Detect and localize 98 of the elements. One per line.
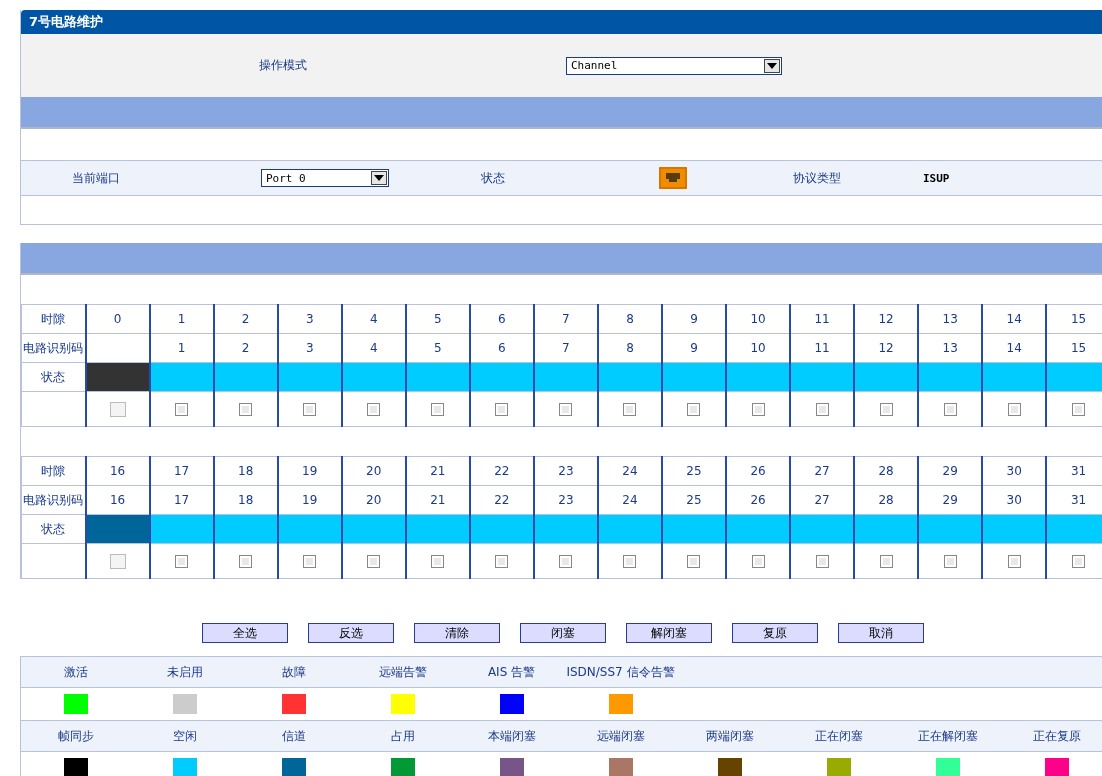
checkbox[interactable] xyxy=(303,555,317,568)
checkbox[interactable] xyxy=(815,555,829,568)
status-label: 状态 xyxy=(481,169,506,187)
legend-label: ISDN/SS7 信令告警 xyxy=(566,663,675,681)
port-label: 当前端口 xyxy=(71,169,121,187)
checkbox[interactable] xyxy=(239,403,253,416)
legend-label: 本端闭塞 xyxy=(487,727,536,745)
legend-label: 远端闭塞 xyxy=(596,727,645,745)
table-cell: 28 xyxy=(854,456,919,486)
table-cell: 6 xyxy=(469,304,534,334)
checkbox[interactable] xyxy=(367,403,381,416)
table-cell: 1 xyxy=(149,304,214,334)
legend-label: 帧同步 xyxy=(57,727,94,745)
legend-label: 正在解闭塞 xyxy=(917,727,978,745)
legend-label: AIS 告警 xyxy=(487,663,536,681)
legend-label: 信道 xyxy=(281,727,306,745)
row-label: 电路识别码 xyxy=(21,333,86,363)
table-cell: 18 xyxy=(213,456,278,486)
checkbox[interactable] xyxy=(559,403,573,416)
protocol-label: 协议类型 xyxy=(793,169,842,187)
legend-label: 正在闭塞 xyxy=(814,727,863,745)
action-button[interactable]: 全选 xyxy=(202,623,288,643)
mode-dropdown[interactable]: Channel xyxy=(566,56,782,75)
port-dropdown[interactable]: Port 0 xyxy=(261,169,389,187)
checkbox[interactable] xyxy=(879,403,893,416)
legend-label: 未启用 xyxy=(166,663,203,681)
row-label: 时隙 xyxy=(21,456,86,486)
checkbox[interactable] xyxy=(687,555,701,568)
table-cell: 12 xyxy=(854,304,919,334)
network-port-icon xyxy=(659,167,687,189)
table-cell: 26 xyxy=(726,456,791,486)
table-cell: 29 xyxy=(918,456,983,486)
legend-label: 故障 xyxy=(281,663,306,681)
checkbox[interactable] xyxy=(623,555,637,568)
table-cell: 14 xyxy=(982,304,1047,334)
checkbox[interactable] xyxy=(559,555,573,568)
checkbox[interactable] xyxy=(879,555,893,568)
table-cell: 11 xyxy=(790,304,855,334)
checkbox[interactable] xyxy=(943,403,957,416)
legend-label: 两端闭塞 xyxy=(705,727,754,745)
table-cell: 30 xyxy=(982,456,1047,486)
table-cell: 21 xyxy=(405,456,470,486)
table-cell: 9 xyxy=(661,304,726,334)
legend-label: 远端告警 xyxy=(378,663,427,681)
legend-label: 空闲 xyxy=(172,727,197,745)
checkbox[interactable] xyxy=(239,555,253,568)
checkbox[interactable] xyxy=(495,555,509,568)
table-cell: 7 xyxy=(533,304,598,334)
checkbox[interactable] xyxy=(431,555,445,568)
mode-label: 操作模式 xyxy=(259,57,308,74)
checkbox[interactable] xyxy=(175,403,189,416)
table-cell: 24 xyxy=(597,456,662,486)
table-cell: 4 xyxy=(341,304,406,334)
checkbox[interactable] xyxy=(751,555,765,568)
panel-title: 7号电路维护 xyxy=(29,13,104,31)
checkbox[interactable] xyxy=(1007,555,1021,568)
checkbox[interactable] xyxy=(1072,555,1086,568)
table-cell: 2 xyxy=(213,304,278,334)
table-cell: 16 xyxy=(85,456,150,486)
table-cell: 19 xyxy=(277,456,342,486)
legend-label: 激活 xyxy=(63,663,88,681)
checkbox[interactable] xyxy=(175,555,189,568)
table-cell: 20 xyxy=(341,456,406,486)
table-cell: 22 xyxy=(469,456,534,486)
table-cell: 25 xyxy=(661,456,726,486)
table-cell: 10 xyxy=(726,304,791,334)
table-cell: 27 xyxy=(790,456,855,486)
table-cell: 31 xyxy=(1046,456,1102,486)
checkbox[interactable] xyxy=(687,403,701,416)
action-button[interactable]: 反选 xyxy=(308,623,394,643)
action-button[interactable]: 闭塞 xyxy=(520,623,606,643)
row-label: 时隙 xyxy=(21,304,86,334)
table-cell: 17 xyxy=(149,456,214,486)
action-button[interactable]: 解闭塞 xyxy=(626,623,712,643)
action-button[interactable]: 清除 xyxy=(414,623,500,643)
table-cell: 23 xyxy=(533,456,598,486)
checkbox[interactable] xyxy=(623,403,637,416)
table-cell: 15 xyxy=(1046,304,1102,334)
table-cell: 8 xyxy=(597,304,662,334)
legend-label: 正在复原 xyxy=(1032,727,1081,745)
checkbox[interactable] xyxy=(751,403,765,416)
checkbox[interactable] xyxy=(1007,403,1021,416)
checkbox[interactable] xyxy=(431,403,445,416)
checkbox[interactable] xyxy=(943,555,957,568)
table-cell: 13 xyxy=(918,304,983,334)
checkbox[interactable] xyxy=(1072,403,1086,416)
protocol-value: ISUP xyxy=(923,171,950,185)
checkbox[interactable] xyxy=(303,403,317,416)
checkbox[interactable] xyxy=(367,555,381,568)
action-button[interactable]: 取消 xyxy=(838,623,924,643)
table-cell: 3 xyxy=(277,304,342,334)
checkbox[interactable] xyxy=(815,403,829,416)
action-button[interactable]: 复原 xyxy=(732,623,818,643)
table-cell: 5 xyxy=(405,304,470,334)
legend-label: 占用 xyxy=(390,727,415,745)
checkbox[interactable] xyxy=(495,403,509,416)
row-label: 电路识别码 xyxy=(21,485,86,515)
table-cell: 0 xyxy=(85,304,150,334)
